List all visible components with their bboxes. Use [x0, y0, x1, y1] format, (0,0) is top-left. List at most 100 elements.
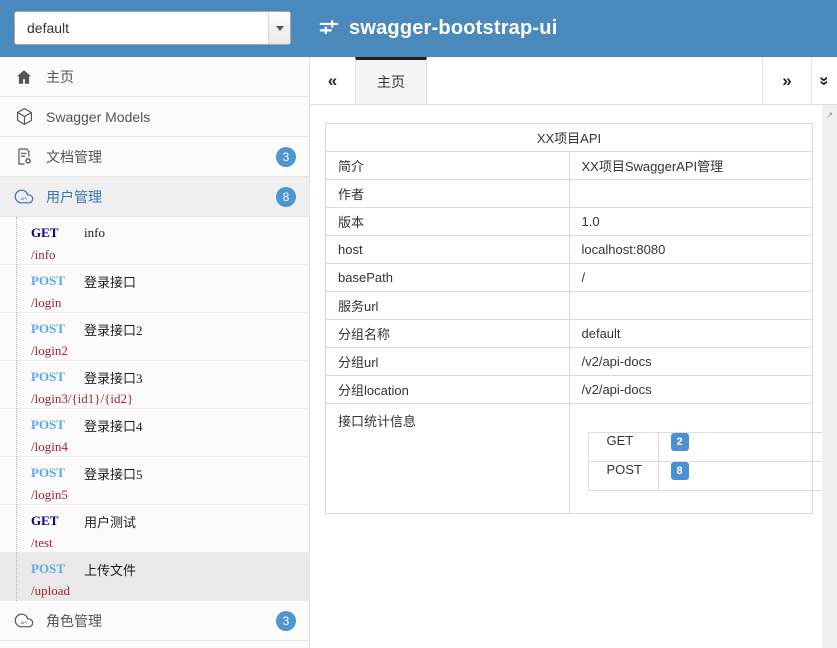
chevron-down-icon — [268, 12, 290, 44]
api-name: 用户测试 — [84, 512, 136, 531]
cloud-api-icon: API — [14, 187, 34, 207]
chevrons-left-icon: « — [328, 71, 337, 91]
method-badge: POST — [31, 273, 84, 289]
api-name: 登录接口5 — [84, 464, 143, 483]
sidebar-item-label: 角色管理 — [46, 611, 276, 631]
table-row: 分组名称 default — [326, 320, 813, 348]
group-select[interactable]: default — [14, 11, 291, 45]
row-value: /v2/api-docs — [569, 376, 813, 404]
row-label: 服务url — [326, 292, 570, 320]
table-row: 版本 1.0 — [326, 208, 813, 236]
table-row: 接口统计信息 GET 2 POST 8 — [326, 404, 813, 514]
api-name: 登录接口4 — [84, 416, 143, 435]
sidebar-item-role-manage[interactable]: API 角色管理 3 — [0, 601, 309, 641]
brand: swagger-bootstrap-ui — [318, 0, 557, 57]
method-badge: POST — [31, 465, 84, 481]
api-item-login[interactable]: POST 登录接口 /login — [0, 265, 309, 313]
row-label: 接口统计信息 — [326, 404, 570, 514]
row-label: 分组url — [326, 348, 570, 376]
sidebar-item-home[interactable]: 主页 — [0, 57, 309, 97]
home-content: XX项目API 简介 XX项目SwaggerAPI管理 作者 版本 1.0 ho… — [310, 105, 837, 514]
method-badge: POST — [31, 417, 84, 433]
stat-method: POST — [588, 462, 658, 491]
scroll-tabs-right-button[interactable]: » — [762, 57, 811, 104]
chevrons-right-icon: » — [782, 71, 791, 91]
group-select-value: default — [15, 20, 268, 36]
api-stats-table: GET 2 POST 8 — [588, 432, 837, 491]
api-info-table: XX项目API 简介 XX项目SwaggerAPI管理 作者 版本 1.0 ho… — [325, 123, 813, 514]
tree-guide-line — [16, 217, 17, 601]
document-gear-icon — [14, 147, 34, 167]
api-item-test[interactable]: GET 用户测试 /test — [0, 505, 309, 553]
api-item-login3[interactable]: POST 登录接口3 /login3/{id1}/{id2} — [0, 361, 309, 409]
method-badge: GET — [31, 225, 84, 241]
api-item-info[interactable]: GET info /info — [0, 217, 309, 265]
api-path: /login3/{id1}/{id2} — [31, 391, 309, 407]
api-path: /login5 — [31, 487, 309, 503]
row-label: 分组location — [326, 376, 570, 404]
sidebar-item-swagger-models[interactable]: Swagger Models — [0, 97, 309, 137]
stat-count-cell: 8 — [658, 462, 837, 491]
table-row: host localhost:8080 — [326, 236, 813, 264]
row-value — [569, 180, 813, 208]
api-item-login2[interactable]: POST 登录接口2 /login2 — [0, 313, 309, 361]
row-value: /v2/api-docs — [569, 348, 813, 376]
api-item-upload[interactable]: POST 上传文件 /upload — [0, 553, 309, 601]
sidebar-item-label: 主页 — [46, 67, 296, 87]
api-path: /login4 — [31, 439, 309, 455]
row-label: 版本 — [326, 208, 570, 236]
api-title: XX项目API — [326, 124, 813, 152]
api-item-login5[interactable]: POST 登录接口5 /login5 — [0, 457, 309, 505]
api-path: /test — [31, 535, 309, 551]
tab-menu-button[interactable]: » — [811, 57, 837, 104]
api-name: 登录接口3 — [84, 368, 143, 387]
sidebar-item-user-manage[interactable]: API 用户管理 8 — [0, 177, 309, 217]
table-row: 作者 — [326, 180, 813, 208]
cloud-api-icon: API — [14, 611, 34, 631]
stat-count-badge: 8 — [671, 462, 689, 480]
count-badge: 3 — [276, 611, 296, 631]
row-label: 作者 — [326, 180, 570, 208]
tab-bar: « 主页 » » — [310, 57, 837, 105]
sliders-icon — [318, 18, 340, 40]
stat-method: GET — [588, 433, 658, 462]
table-row: 分组location /v2/api-docs — [326, 376, 813, 404]
scroll-arrow-icon: ↗ — [826, 110, 834, 121]
svg-text:API: API — [21, 620, 27, 625]
row-label: 分组名称 — [326, 320, 570, 348]
svg-text:API: API — [21, 196, 27, 201]
row-value: localhost:8080 — [569, 236, 813, 264]
home-icon — [14, 67, 34, 87]
api-name: info — [84, 225, 105, 241]
row-value: default — [569, 320, 813, 348]
tab-home[interactable]: 主页 — [355, 57, 427, 104]
row-value: XX项目SwaggerAPI管理 — [569, 152, 813, 180]
chevrons-down-icon: » — [815, 76, 835, 85]
stat-count-cell: 2 — [658, 433, 837, 462]
sidebar-item-label: 用户管理 — [46, 187, 276, 207]
row-value — [569, 292, 813, 320]
api-name: 上传文件 — [84, 560, 136, 579]
table-row: XX项目API — [326, 124, 813, 152]
row-value: / — [569, 264, 813, 292]
table-row: basePath / — [326, 264, 813, 292]
scrollbar[interactable]: ↗ — [822, 105, 837, 648]
method-badge: GET — [31, 513, 84, 529]
api-list: GET info /info POST 登录接口 /login POST 登录接… — [0, 217, 309, 601]
api-name: 登录接口 — [84, 272, 136, 291]
api-name: 登录接口2 — [84, 320, 143, 339]
api-path: /login — [31, 295, 309, 311]
api-path: /info — [31, 247, 309, 263]
method-badge: POST — [31, 321, 84, 337]
collapse-sidebar-button[interactable]: « — [310, 57, 355, 104]
row-value: GET 2 POST 8 — [569, 404, 813, 514]
table-row: GET 2 — [588, 433, 837, 462]
tab-label: 主页 — [377, 72, 405, 92]
table-row: 服务url — [326, 292, 813, 320]
sidebar-item-label: 文档管理 — [46, 147, 276, 167]
main-panel: « 主页 » » XX项目API 简介 XX项目SwaggerAPI管理 作者 — [310, 57, 837, 648]
api-path: /upload — [31, 583, 309, 599]
sidebar-item-doc-manage[interactable]: 文档管理 3 — [0, 137, 309, 177]
api-item-login4[interactable]: POST 登录接口4 /login4 — [0, 409, 309, 457]
sidebar: 主页 Swagger Models 文档管理 3 API — [0, 57, 310, 648]
